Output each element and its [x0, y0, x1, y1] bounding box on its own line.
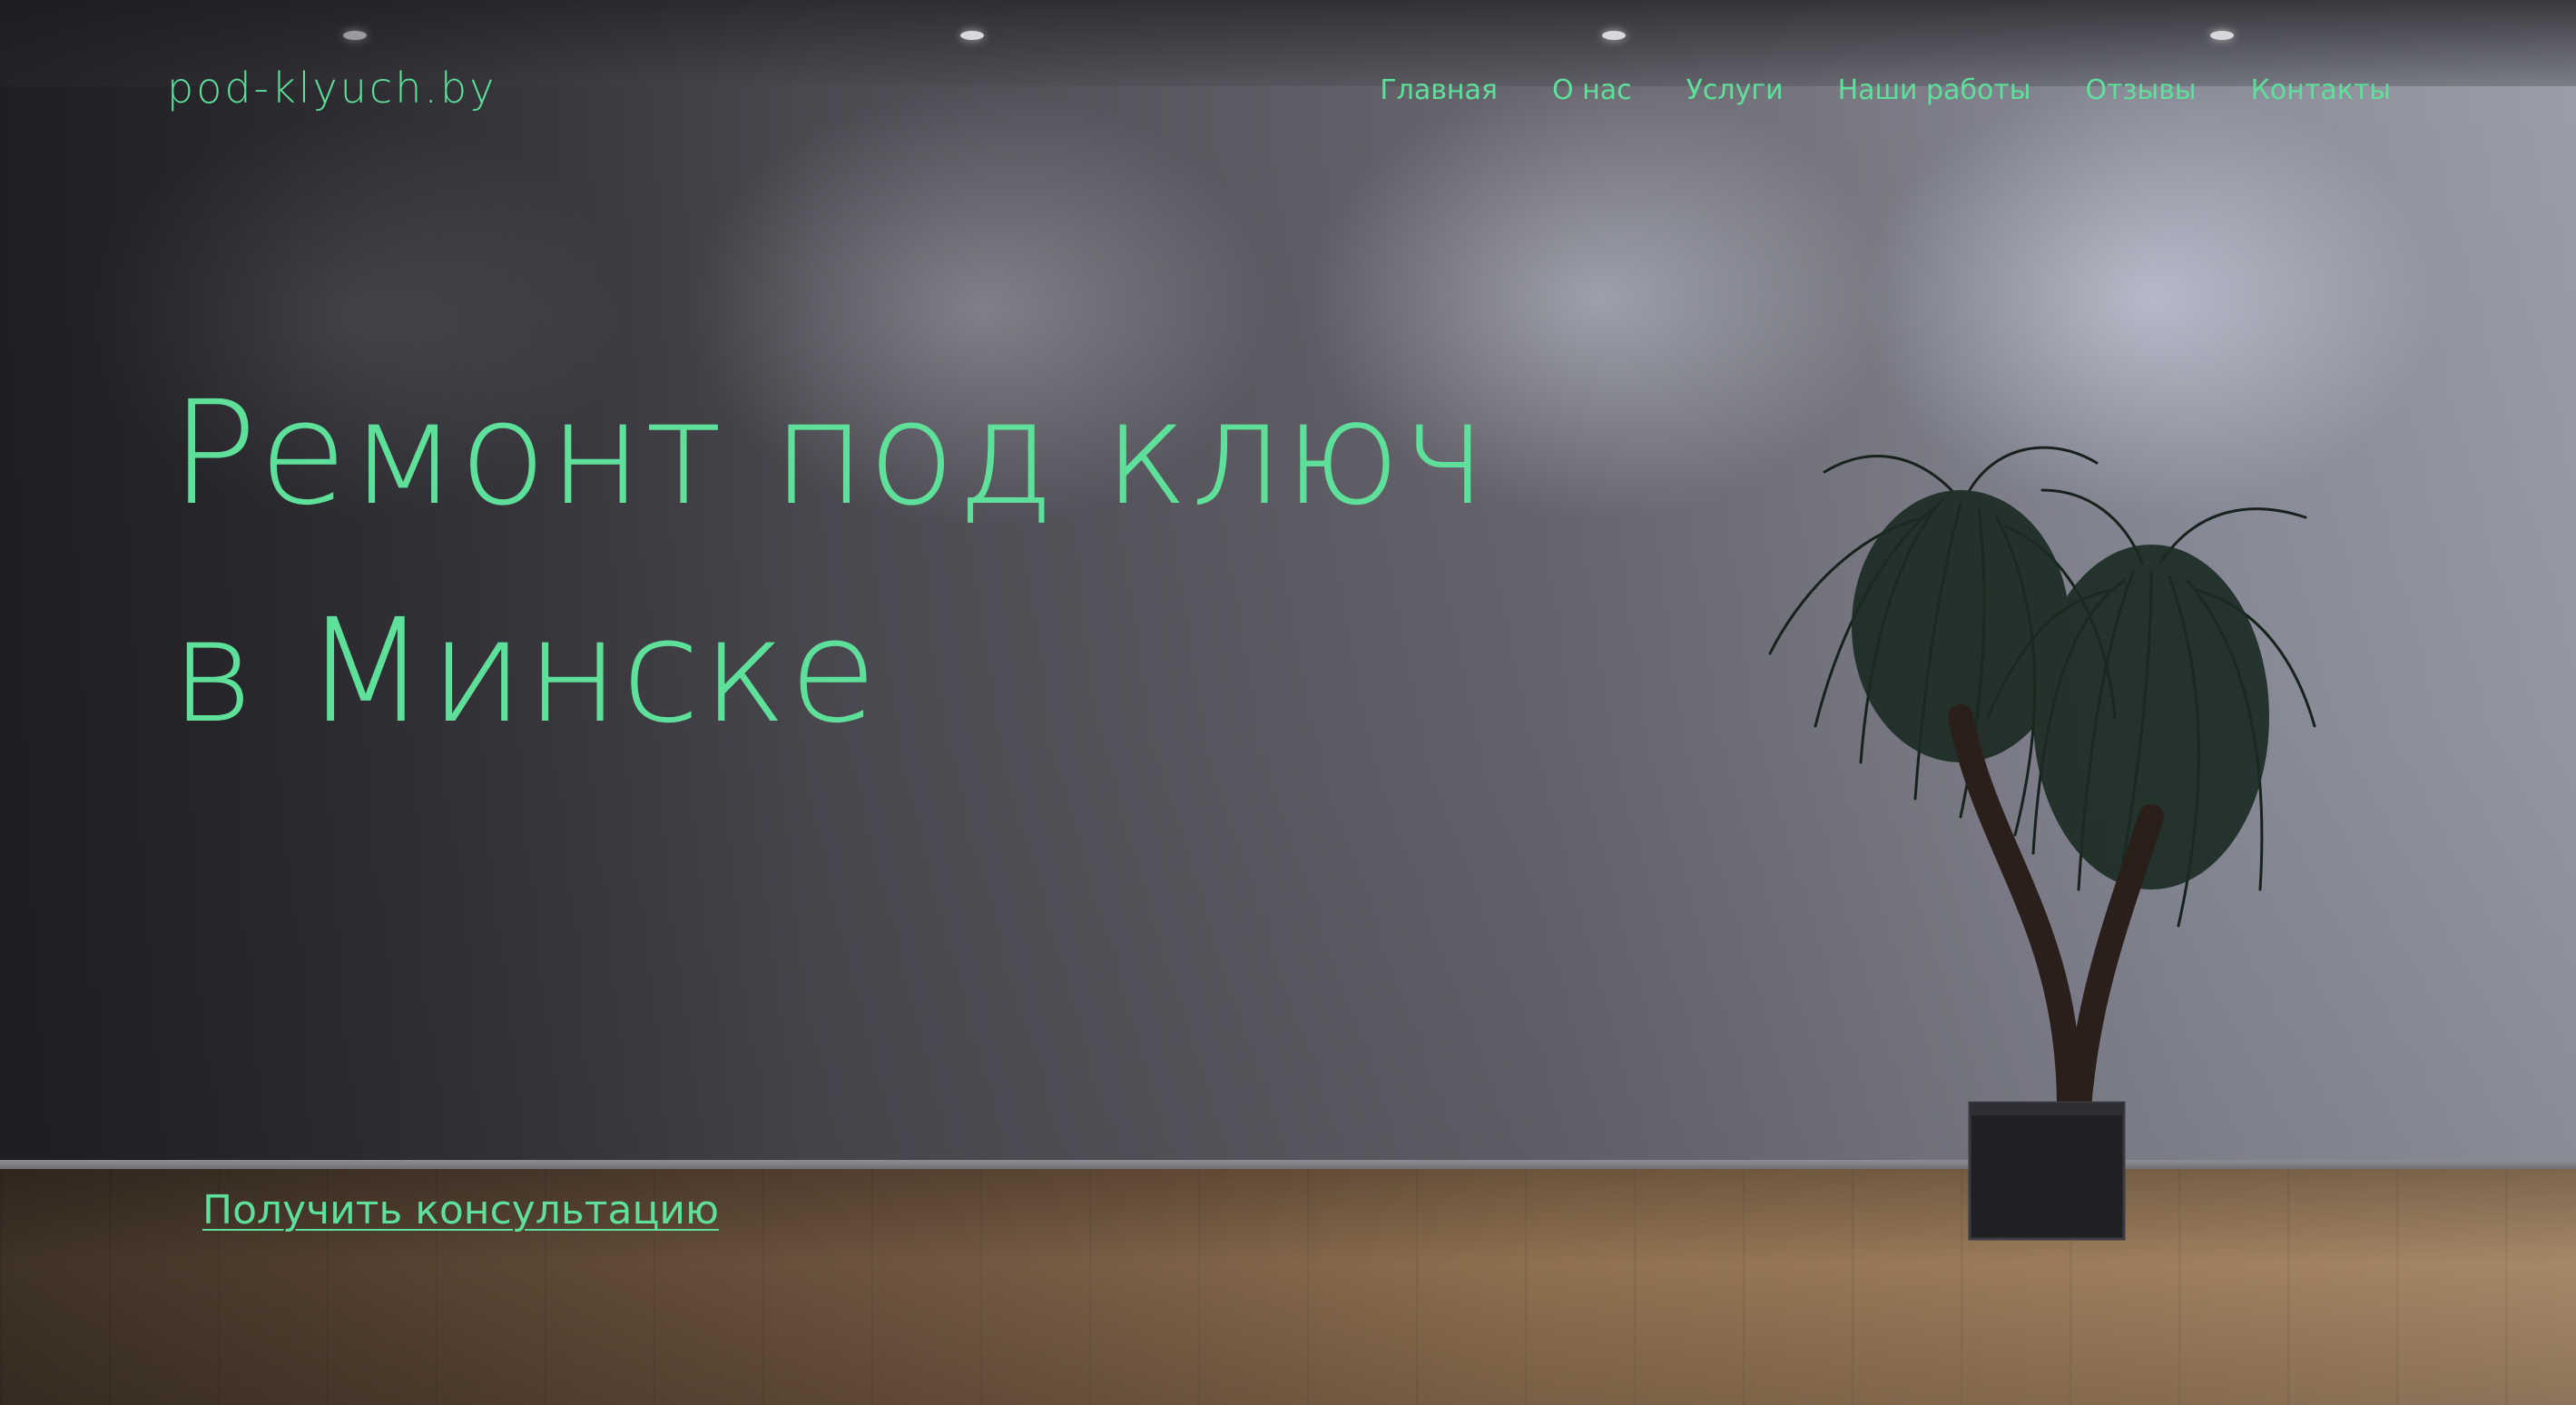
nav-item-portfolio: Наши работы: [1838, 74, 2031, 106]
site-logo[interactable]: pod-klyuch.by: [167, 64, 497, 113]
nav-link-services[interactable]: Услуги: [1686, 74, 1784, 106]
nav-item-home: Главная: [1380, 74, 1498, 106]
nav-item-contacts: Контакты: [2251, 74, 2391, 106]
main-nav: Главная О нас Услуги Наши работы Отзывы …: [1380, 74, 2391, 106]
consultation-link[interactable]: Получить консультацию: [202, 1187, 719, 1233]
nav-item-services: Услуги: [1686, 74, 1784, 106]
potted-plant-image: [1768, 446, 2316, 1241]
nav-item-reviews: Отзывы: [2085, 74, 2196, 106]
hero-headline: Ремонт под ключ в Минске: [171, 345, 1489, 781]
nav-item-about: О нас: [1552, 74, 1632, 106]
ceiling-light: [960, 31, 984, 40]
nav-link-reviews[interactable]: Отзывы: [2085, 74, 2196, 106]
ceiling-light: [1602, 31, 1626, 40]
hero-headline-line-2: в Минске: [171, 588, 880, 755]
nav-link-about[interactable]: О нас: [1552, 74, 1632, 106]
ceiling-light: [2210, 31, 2234, 40]
nav-link-home[interactable]: Главная: [1380, 74, 1498, 106]
nav-link-contacts[interactable]: Контакты: [2251, 74, 2391, 106]
hero-headline-line-1: Ремонт под ключ: [171, 370, 1490, 537]
hero-section: pod-klyuch.by Главная О нас Услуги Наши …: [0, 0, 2576, 1405]
nav-link-portfolio[interactable]: Наши работы: [1838, 74, 2031, 106]
